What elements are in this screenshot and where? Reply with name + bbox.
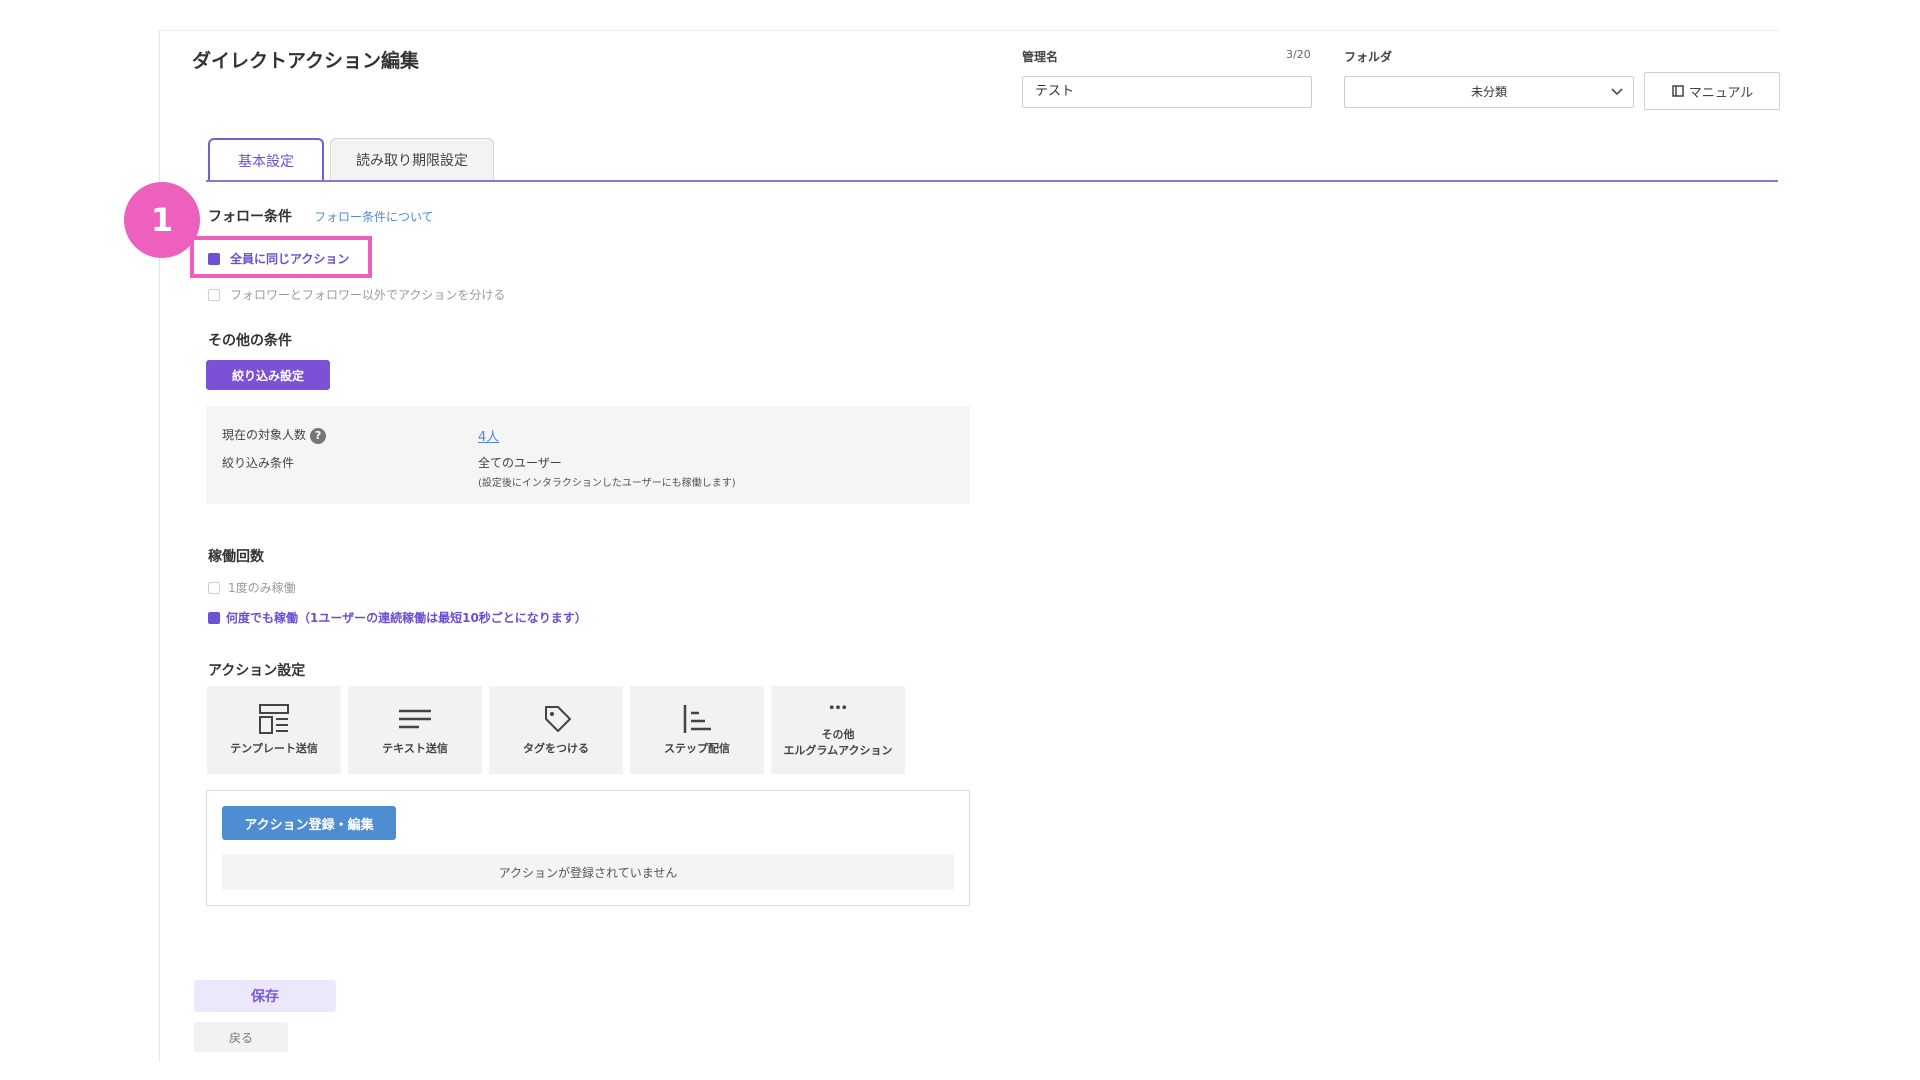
help-icon[interactable]: ? [310, 427, 327, 444]
follow-same-action-label[interactable]: 全員に同じアクション [230, 250, 349, 267]
text-icon [399, 709, 431, 729]
target-count-label: 現在の対象人数? [222, 426, 327, 444]
filter-condition-value: 全てのユーザー [478, 456, 562, 470]
tile-tag-label: タグをつける [523, 742, 589, 755]
folder-label: フォルダ [1344, 50, 1393, 64]
run-once-label[interactable]: 1度のみ稼働 [228, 579, 296, 596]
target-info-box [206, 406, 970, 504]
chevron-down-icon [1611, 88, 1623, 96]
follow-help-link[interactable]: フォロー条件について [314, 208, 434, 225]
follow-split-action-checkbox[interactable] [208, 289, 220, 301]
name-counter: 3/20 [1286, 48, 1311, 61]
tile-other-label-line1: その他 [821, 728, 855, 741]
step-icon [683, 705, 711, 733]
filter-condition-label: 絞り込み条件 [222, 456, 295, 470]
filter-condition-note: (設定後にインタラクションしたユーザーにも稼働します) [478, 478, 736, 489]
follow-same-action-checkbox[interactable] [208, 253, 220, 265]
tab-underline [206, 180, 1778, 182]
more-icon [829, 705, 847, 710]
manual-button[interactable]: マニュアル [1644, 72, 1780, 110]
manual-button-label: マニュアル [1688, 85, 1754, 101]
name-input[interactable]: テスト [1022, 76, 1312, 108]
run-many-label[interactable]: 何度でも稼働（1ユーザーの連続稼働は最短10秒ごとになります） [226, 609, 587, 626]
page-title: ダイレクトアクション編集 [192, 50, 420, 72]
tile-other-actions[interactable]: その他 エルグラムアクション [771, 686, 905, 774]
folder-select-value: 未分類 [1470, 85, 1507, 99]
save-button[interactable]: 保存 [194, 980, 336, 1012]
tag-icon [545, 706, 571, 732]
register-action-button[interactable]: アクション登録・編集 [222, 806, 396, 840]
back-button[interactable]: 戻る [194, 1022, 288, 1052]
template-icon [259, 704, 289, 734]
run-once-checkbox[interactable] [208, 582, 220, 594]
tile-template-label: テンプレート送信 [230, 742, 318, 755]
tile-step-delivery[interactable]: ステップ配信 [630, 686, 764, 774]
filter-settings-button[interactable]: 絞り込み設定 [206, 360, 330, 390]
actions-section-title: アクション設定 [208, 663, 306, 679]
tile-text-label: テキスト送信 [382, 742, 448, 755]
folder-select[interactable]: 未分類 [1344, 76, 1634, 108]
run-many-checkbox[interactable] [208, 612, 220, 624]
frequency-section-title: 稼働回数 [208, 549, 264, 565]
other-section-title: その他の条件 [208, 333, 292, 349]
name-label: 管理名 [1022, 50, 1059, 64]
tab-basic-settings[interactable]: 基本設定 [208, 138, 324, 181]
empty-actions-message: アクションが登録されていません [222, 854, 954, 890]
panel-top-border [159, 30, 1779, 31]
book-icon [1671, 85, 1684, 97]
follow-section-title: フォロー条件 [208, 209, 292, 225]
tile-add-tag[interactable]: タグをつける [489, 686, 623, 774]
tile-template-send[interactable]: テンプレート送信 [207, 686, 341, 774]
tile-text-send[interactable]: テキスト送信 [348, 686, 482, 774]
target-count-link[interactable]: 4人 [478, 426, 499, 445]
tile-step-label: ステップ配信 [664, 742, 730, 755]
tab-read-deadline[interactable]: 読み取り期限設定 [330, 138, 494, 180]
tile-other-label-line2: エルグラムアクション [783, 744, 893, 757]
follow-split-action-label[interactable]: フォロワーとフォロワー以外でアクションを分ける [230, 286, 505, 303]
step-badge: 1 [124, 182, 200, 258]
